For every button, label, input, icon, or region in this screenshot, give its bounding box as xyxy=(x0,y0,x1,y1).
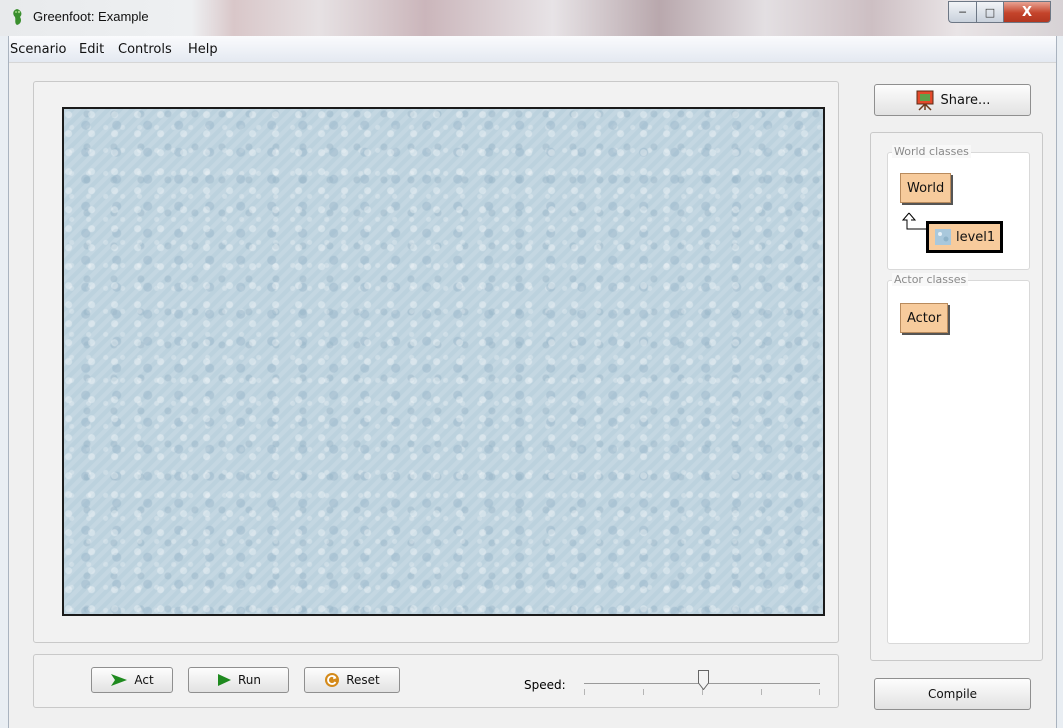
slider-thumb[interactable] xyxy=(698,670,709,690)
menu-bar: Scenario Edit Controls Help xyxy=(9,36,1056,63)
menu-help[interactable]: Help xyxy=(188,42,218,57)
class-diagram-panel: World classes World level1 Actor classes… xyxy=(870,132,1043,661)
title-bar: Greenfoot: Example ─ □ X xyxy=(0,0,1063,36)
share-button[interactable]: Share... xyxy=(874,84,1031,116)
slider-tick xyxy=(584,689,585,695)
world-classes-group: World classes World level1 xyxy=(887,145,1030,270)
speed-label: Speed: xyxy=(524,678,566,692)
reset-icon xyxy=(325,673,340,687)
speed-slider[interactable] xyxy=(584,669,824,699)
slider-tick xyxy=(643,689,644,695)
actor-class-box[interactable]: Actor xyxy=(900,303,949,333)
share-easel-icon xyxy=(916,90,934,111)
run-play-icon xyxy=(217,674,231,686)
level-world-icon xyxy=(935,229,951,245)
world-class-label: World xyxy=(907,180,945,196)
window-controls: ─ □ X xyxy=(948,1,1051,23)
compile-button[interactable]: Compile xyxy=(874,678,1031,710)
run-label: Run xyxy=(237,673,261,687)
maximize-button[interactable]: □ xyxy=(976,1,1004,23)
slider-tick xyxy=(819,689,820,695)
close-button[interactable]: X xyxy=(1004,1,1051,23)
menu-scenario[interactable]: Scenario xyxy=(10,42,67,57)
inherit-arrow-icon xyxy=(902,212,926,230)
reset-button[interactable]: Reset xyxy=(304,667,400,693)
level1-class-label: level1 xyxy=(956,229,996,245)
window-title: Greenfoot: Example xyxy=(33,9,149,24)
execution-controls: Act Run Reset Speed: xyxy=(33,654,839,708)
world-classes-label: World classes xyxy=(892,145,971,158)
actor-classes-group: Actor classes Actor xyxy=(887,273,1030,644)
act-label: Act xyxy=(134,673,154,687)
actor-classes-label: Actor classes xyxy=(892,273,969,286)
reset-label: Reset xyxy=(346,673,380,687)
run-button[interactable]: Run xyxy=(188,667,289,693)
world-class-box[interactable]: World xyxy=(900,173,952,203)
act-button[interactable]: Act xyxy=(91,667,173,693)
actor-class-label: Actor xyxy=(907,310,942,326)
minimize-button[interactable]: ─ xyxy=(948,1,976,23)
minimize-icon: ─ xyxy=(959,5,966,19)
world-canvas[interactable] xyxy=(62,107,825,616)
close-icon: X xyxy=(1021,4,1033,20)
compile-label: Compile xyxy=(927,687,978,701)
maximize-icon: □ xyxy=(984,5,996,19)
greenfoot-logo-icon xyxy=(13,9,22,25)
share-label: Share... xyxy=(940,92,991,108)
slider-tick xyxy=(761,689,762,695)
level1-class-box[interactable]: level1 xyxy=(926,221,1004,253)
menu-controls[interactable]: Controls xyxy=(118,42,172,57)
main-window: Scenario Edit Controls Help Act Run Rese… xyxy=(8,36,1057,728)
menu-edit[interactable]: Edit xyxy=(79,42,104,57)
act-step-icon xyxy=(111,674,128,686)
